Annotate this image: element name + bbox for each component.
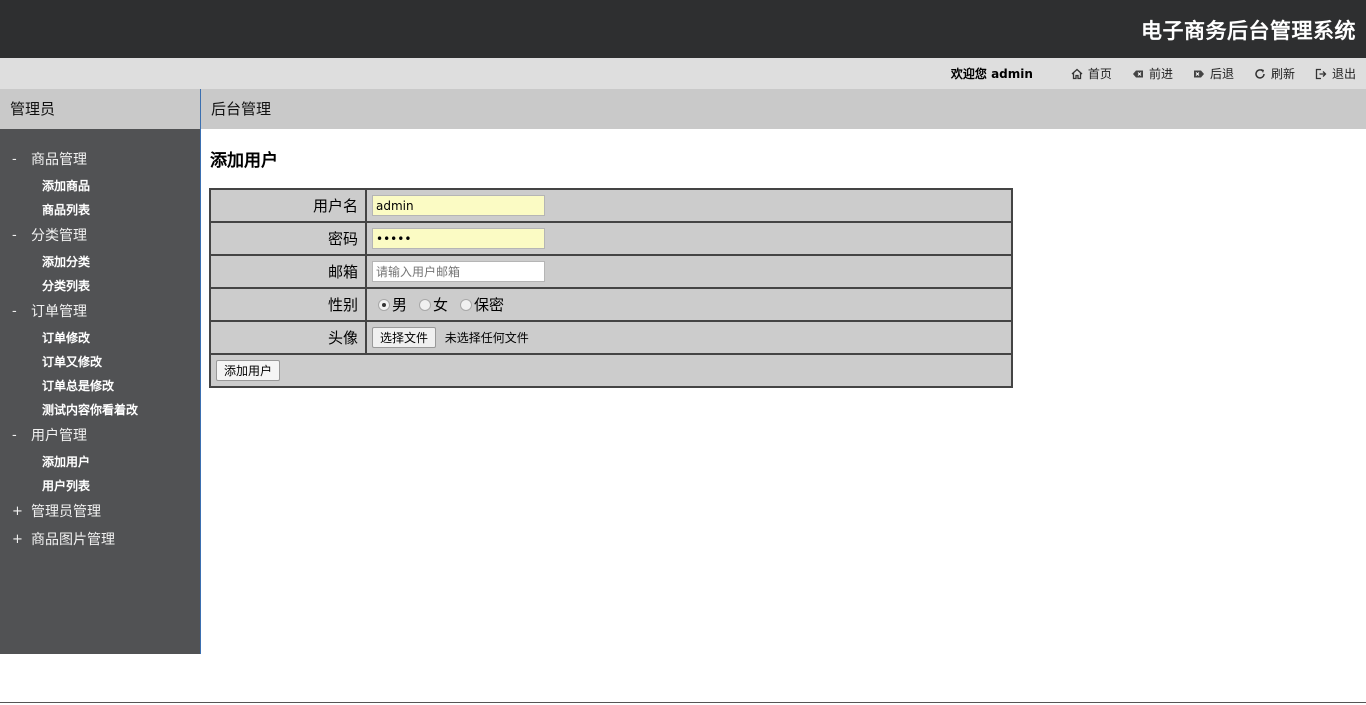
menu-item-order-edit-always[interactable]: 订单总是修改 — [0, 374, 200, 398]
collapse-icon: - — [12, 152, 17, 167]
back-link-label: 后退 — [1209, 67, 1234, 81]
menu-item-order-edit-again[interactable]: 订单又修改 — [0, 350, 200, 374]
form-row-submit: 添加用户 — [209, 353, 1013, 388]
gender-option-label: 女 — [433, 296, 449, 314]
logout-link-label: 退出 — [1331, 67, 1356, 81]
gender-radio-male[interactable] — [378, 298, 390, 311]
gender-label: 性别 — [209, 287, 367, 322]
username-label: 用户名 — [209, 188, 367, 223]
expand-icon: + — [12, 504, 23, 519]
menu-item-add-category[interactable]: 添加分类 — [0, 250, 200, 274]
add-user-button[interactable]: 添加用户 — [216, 360, 281, 381]
menu-group-admin[interactable]: + 管理员管理 — [0, 498, 200, 526]
home-link-label: 首页 — [1087, 67, 1112, 81]
app-title: 电子商务后台管理系统 — [1141, 19, 1356, 43]
collapse-icon: - — [12, 228, 17, 243]
back-icon — [1193, 70, 1204, 77]
menu-group-label: 商品管理 — [31, 152, 87, 168]
menu-item-test-content[interactable]: 测试内容你看着改 — [0, 398, 200, 422]
content-header: 后台管理 — [201, 89, 1366, 129]
back-link[interactable]: 后退 — [1193, 65, 1234, 82]
menu-group-label: 管理员管理 — [31, 504, 101, 520]
gender-radio-female[interactable] — [419, 298, 432, 311]
logout-link[interactable]: 退出 — [1315, 65, 1356, 82]
menu-item-user-list[interactable]: 用户列表 — [0, 474, 200, 498]
gender-radio-group: 男 女 保密 — [372, 294, 1011, 315]
menu-item-order-edit[interactable]: 订单修改 — [0, 326, 200, 350]
menu-group-category[interactable]: - 分类管理 — [0, 222, 200, 250]
menu-group-product[interactable]: - 商品管理 — [0, 146, 200, 174]
menu-item-category-list[interactable]: 分类列表 — [0, 274, 200, 298]
top-header-bar: 电子商务后台管理系统 — [0, 0, 1366, 58]
logout-icon — [1315, 68, 1327, 79]
menu-group-label: 分类管理 — [31, 228, 87, 244]
menu-group-order[interactable]: - 订单管理 — [0, 298, 200, 326]
top-toolbar: 欢迎您 admin 首页 前进 后退 刷新 退出 — [0, 58, 1366, 89]
email-label: 邮箱 — [209, 254, 367, 289]
refresh-link-label: 刷新 — [1270, 67, 1295, 81]
collapse-icon: - — [12, 304, 17, 319]
choose-file-button[interactable]: 选择文件 — [372, 327, 437, 348]
welcome-text: 欢迎您 admin — [950, 67, 1033, 81]
home-link[interactable]: 首页 — [1071, 65, 1112, 82]
form-row-username: 用户名 — [209, 188, 1013, 223]
menu-group-label: 商品图片管理 — [31, 532, 115, 548]
forward-icon — [1132, 70, 1143, 77]
avatar-label: 头像 — [209, 320, 367, 355]
file-status: 未选择任何文件 — [444, 331, 529, 345]
gender-option-label: 保密 — [474, 296, 505, 314]
form-row-password: 密码 — [209, 221, 1013, 256]
sidebar-menu: - 商品管理 添加商品 商品列表 - 分类管理 添加分类 分类列表 - 订单管理… — [0, 129, 200, 554]
sidebar-divider — [200, 89, 201, 654]
username-input[interactable] — [372, 195, 545, 216]
menu-item-add-user[interactable]: 添加用户 — [0, 450, 200, 474]
home-icon — [1071, 68, 1083, 79]
menu-group-user[interactable]: - 用户管理 — [0, 422, 200, 450]
sidebar-title: 管理员 — [0, 89, 200, 129]
password-label: 密码 — [209, 221, 367, 256]
refresh-link[interactable]: 刷新 — [1254, 65, 1295, 82]
menu-group-label: 用户管理 — [31, 428, 87, 444]
expand-icon: + — [12, 532, 23, 547]
forward-link-label: 前进 — [1148, 67, 1173, 81]
form-row-avatar: 头像 选择文件 未选择任何文件 — [209, 320, 1013, 355]
form-row-gender: 性别 男 女 保密 — [209, 287, 1013, 322]
menu-group-label: 订单管理 — [31, 304, 87, 320]
gender-radio-secret[interactable] — [460, 298, 473, 311]
password-input[interactable] — [372, 228, 545, 249]
gender-option-label: 男 — [392, 296, 408, 314]
page-bottom-border — [0, 702, 1366, 703]
page-title: 添加用户 — [210, 151, 278, 171]
refresh-icon — [1255, 68, 1265, 79]
menu-group-product-images[interactable]: + 商品图片管理 — [0, 526, 200, 554]
email-input[interactable] — [372, 261, 545, 282]
add-user-form: 用户名 密码 邮箱 性别 男 女 保密 头像 — [209, 188, 1013, 388]
collapse-icon: - — [12, 428, 17, 443]
form-row-email: 邮箱 — [209, 254, 1013, 289]
menu-item-product-list[interactable]: 商品列表 — [0, 198, 200, 222]
menu-item-add-product[interactable]: 添加商品 — [0, 174, 200, 198]
forward-link[interactable]: 前进 — [1132, 65, 1173, 82]
sidebar: 管理员 - 商品管理 添加商品 商品列表 - 分类管理 添加分类 分类列表 - … — [0, 89, 200, 654]
